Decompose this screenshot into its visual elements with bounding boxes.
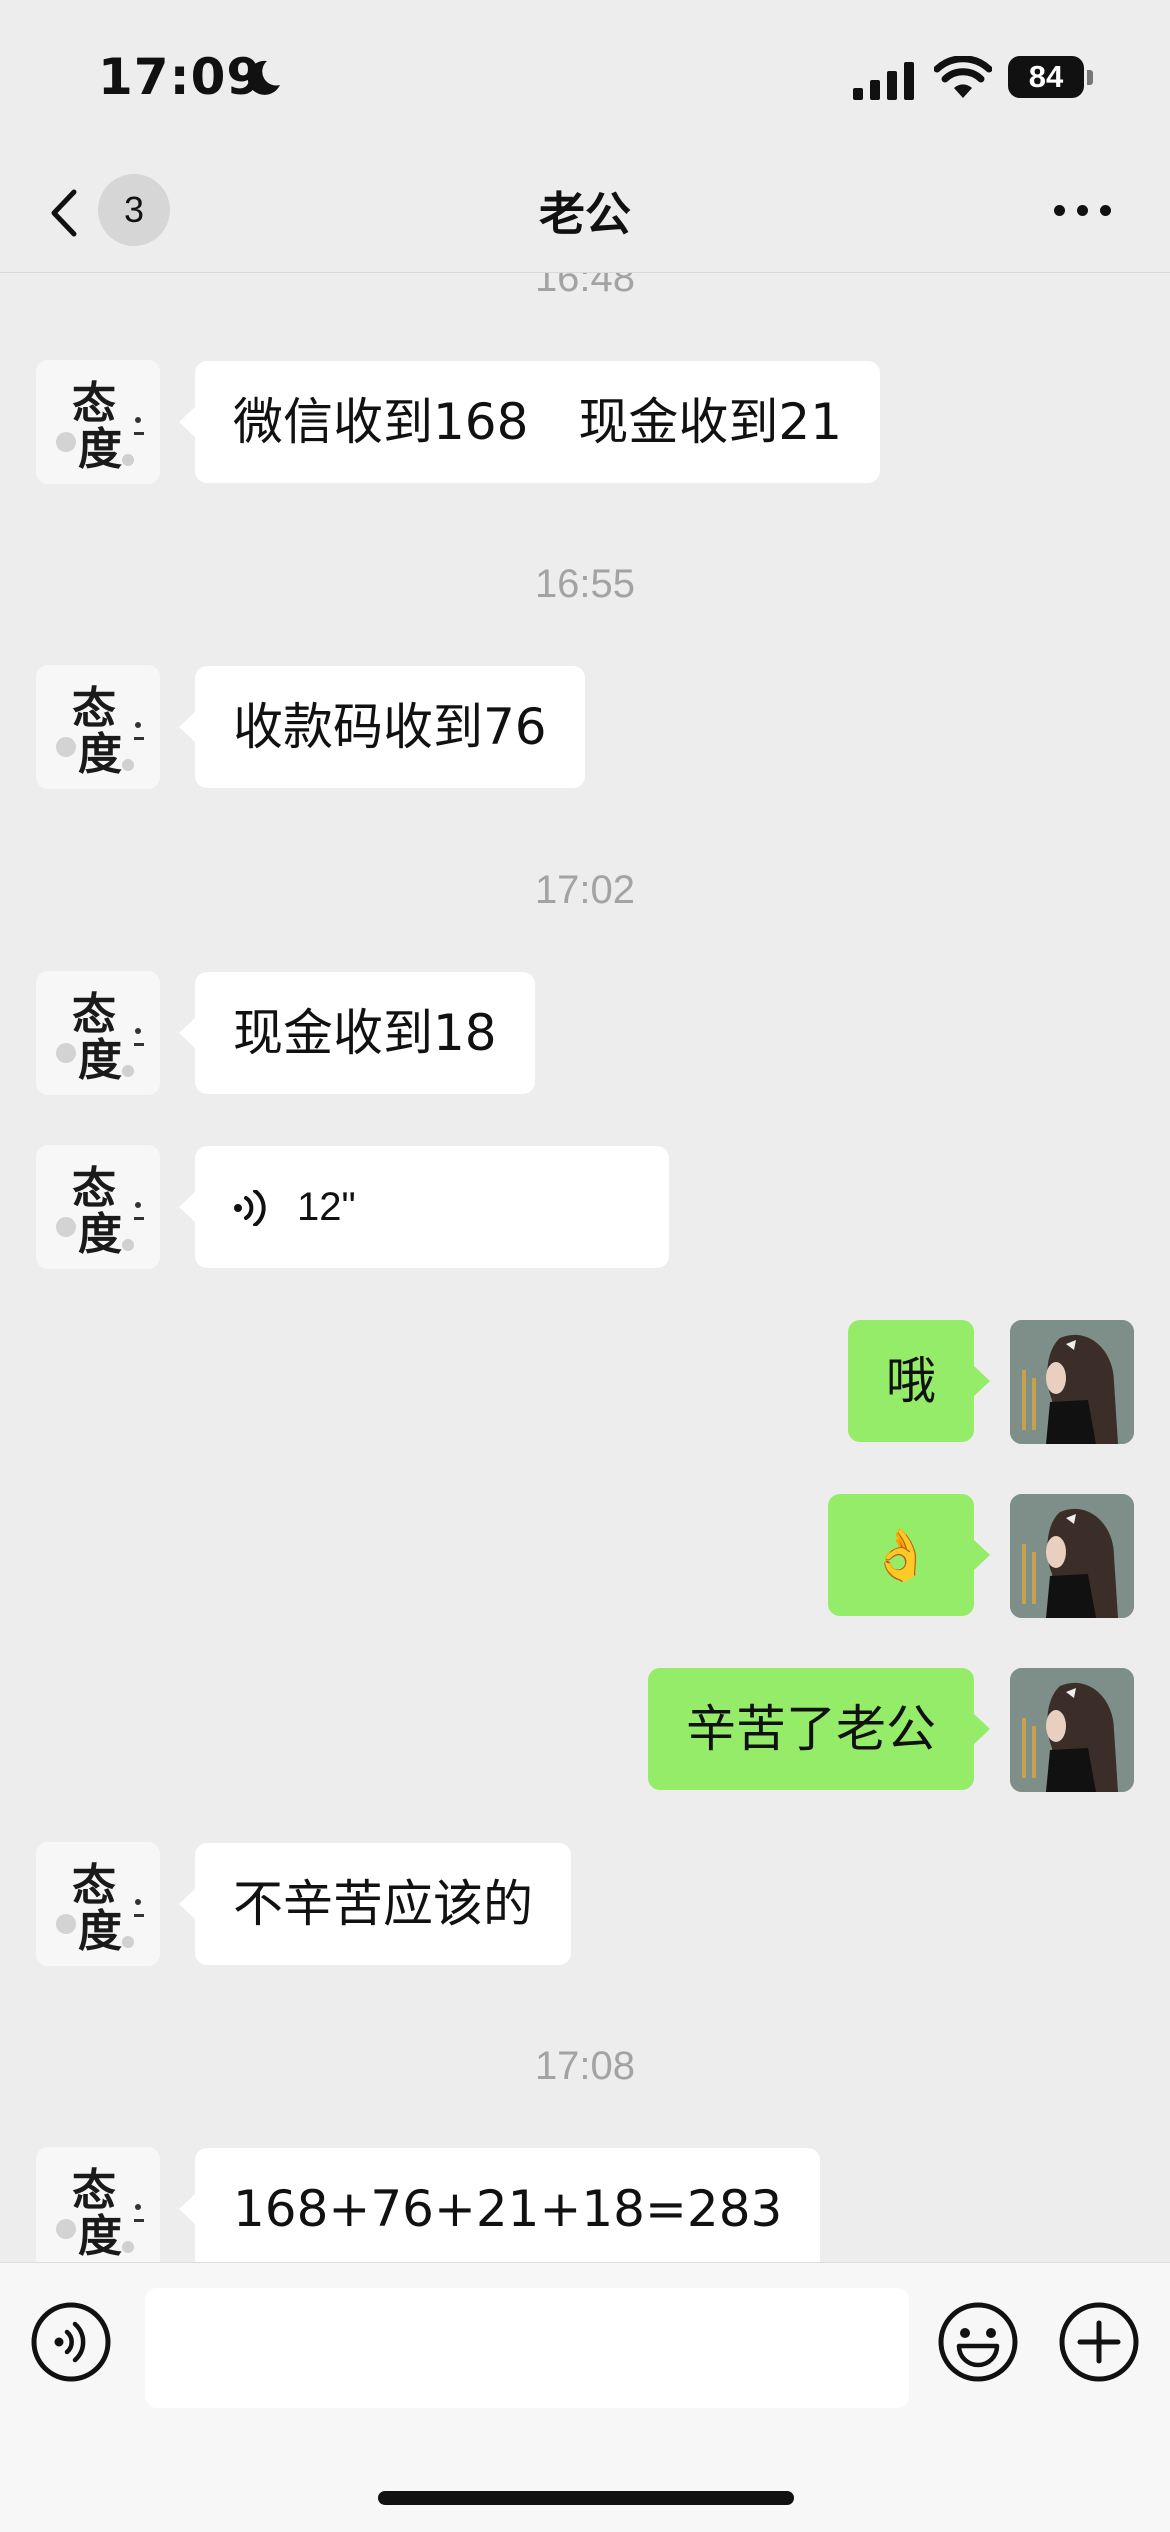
wifi-icon <box>934 56 992 98</box>
outgoing-message[interactable]: 辛苦了老公 <box>648 1668 990 1790</box>
user-avatar[interactable] <box>1010 1668 1134 1792</box>
girl-avatar-image <box>1010 1668 1134 1792</box>
plus-icon[interactable] <box>1058 2301 1140 2383</box>
avatar-calligraphy-1: 态 <box>72 378 116 429</box>
calligraphy-avatar-image: 态 度 <box>36 971 160 1095</box>
incoming-message[interactable]: 收款码收到76 <box>179 666 585 788</box>
calligraphy-avatar-image: 态 度 <box>36 360 160 484</box>
back-button[interactable]: 3 <box>40 174 170 246</box>
svg-text:度: 度 <box>78 1035 122 1086</box>
battery-cap <box>1087 70 1093 85</box>
timestamp: 17:02 <box>534 868 636 912</box>
status-bar: 17:09 84 <box>0 0 1170 150</box>
svg-text:度: 度 <box>78 729 122 780</box>
timestamp: 16:55 <box>534 562 636 606</box>
message-list[interactable]: 16:48 态 度 微信收到168 现金收到21 16:55 态 度 收款码收到… <box>0 272 1170 2262</box>
user-avatar[interactable] <box>1010 1494 1134 1618</box>
input-bar <box>0 2262 1170 2532</box>
voice-wave-icon <box>234 1190 266 1226</box>
incoming-message[interactable]: 168+76+21+18=283 <box>178 2148 821 2262</box>
emoji-icon[interactable] <box>937 2301 1019 2383</box>
user-avatar[interactable] <box>1010 1320 1134 1444</box>
incoming-message[interactable]: 微信收到168 现金收到21 <box>178 361 881 483</box>
voice-message[interactable]: 12" <box>179 1146 669 1268</box>
moon-icon <box>247 60 280 95</box>
calligraphy-avatar-image: 态 度 <box>36 1145 160 1269</box>
svg-text:度: 度 <box>78 1209 122 1260</box>
voice-toggle-icon[interactable] <box>30 2301 112 2383</box>
message-input[interactable] <box>145 2288 909 2408</box>
svg-text:态: 态 <box>72 989 116 1040</box>
svg-text:态: 态 <box>72 683 116 734</box>
calligraphy-avatar-image: 态 度 <box>36 1842 160 1966</box>
timestamp: 17:08 <box>534 2044 636 2088</box>
signal-icon <box>853 62 914 100</box>
back-chevron-icon <box>51 189 77 237</box>
contact-avatar[interactable]: 态 度 <box>36 665 160 789</box>
svg-text:态: 态 <box>72 2165 116 2216</box>
svg-text:态: 态 <box>72 1163 116 1214</box>
svg-text:度: 度 <box>78 2211 122 2262</box>
contact-avatar[interactable]: 态 度 <box>36 2147 160 2262</box>
unread-count-badge: 3 <box>98 174 170 246</box>
outgoing-message[interactable]: 👌 <box>827 1494 991 1616</box>
timestamp: 16:48 <box>534 272 636 300</box>
calligraphy-avatar-image: 态 度 <box>36 665 160 789</box>
contact-avatar[interactable]: 态 度 <box>36 1145 160 1269</box>
more-icon[interactable] <box>1054 198 1112 222</box>
contact-avatar[interactable]: 态 度 <box>36 1842 160 1966</box>
status-time: 17:09 <box>98 48 263 106</box>
outgoing-message[interactable]: 哦 <box>848 1320 990 1442</box>
avatar-calligraphy-2: 度 <box>78 424 122 475</box>
girl-avatar-image <box>1010 1320 1134 1444</box>
home-indicator <box>378 2491 794 2505</box>
svg-text:态: 态 <box>72 1860 116 1911</box>
girl-avatar-image <box>1010 1494 1134 1618</box>
contact-avatar[interactable]: 态 度 <box>36 360 160 484</box>
voice-duration: 12" <box>297 1185 356 1229</box>
contact-avatar[interactable]: 态 度 <box>36 971 160 1095</box>
calligraphy-avatar-image: 态 度 <box>36 2147 160 2262</box>
nav-bar: 3 老公 <box>0 150 1170 273</box>
battery-icon: 84 <box>1008 56 1093 98</box>
svg-text:度: 度 <box>78 1906 122 1957</box>
chat-screen: 17:09 84 3 老公 16:48 态 度 微信收到168 现金收到21 1… <box>0 0 1170 2532</box>
battery-level: 84 <box>1028 59 1064 94</box>
incoming-message[interactable]: 现金收到18 <box>179 972 535 1094</box>
incoming-message[interactable]: 不辛苦应该的 <box>179 1843 571 1965</box>
chat-title: 老公 <box>539 187 631 241</box>
